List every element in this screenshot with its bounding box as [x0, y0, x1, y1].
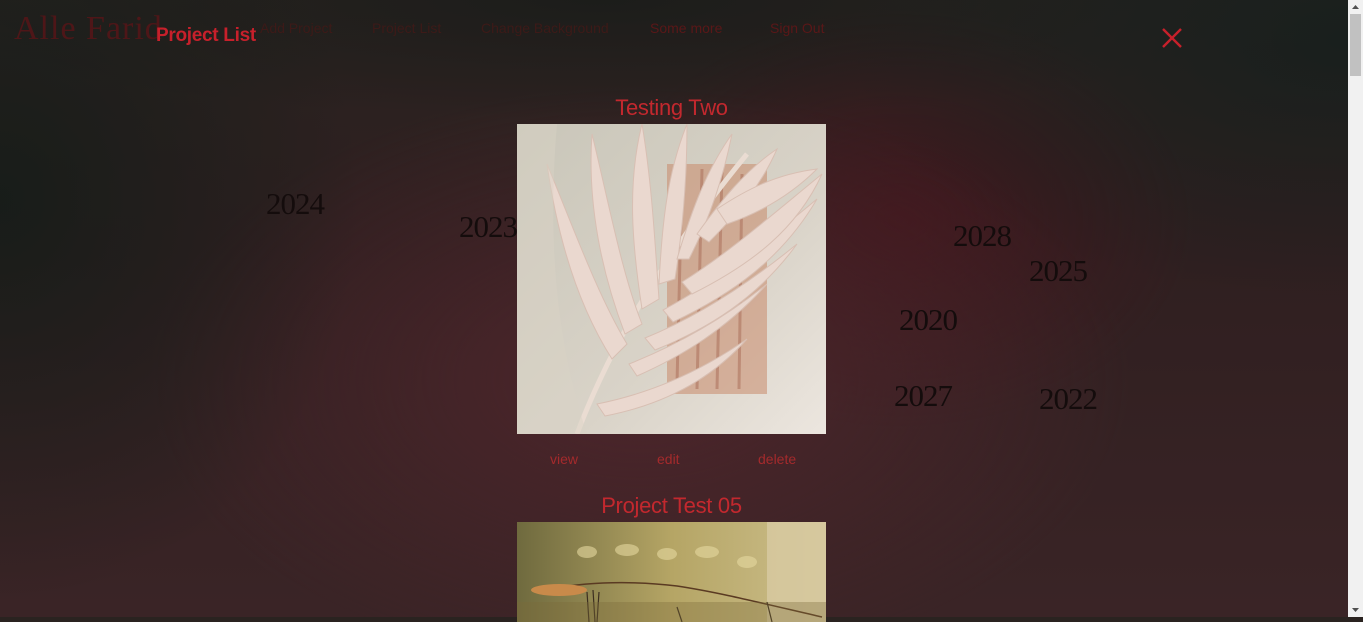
- project-actions: view edit delete: [517, 434, 826, 467]
- year-label: 2020: [899, 302, 958, 337]
- scrollbar-thumb[interactable]: [1350, 14, 1361, 76]
- nav-link-change-background[interactable]: Change Background: [481, 20, 609, 36]
- project-image[interactable]: [517, 124, 826, 434]
- nav-link-add-project[interactable]: Add Project: [260, 20, 332, 36]
- year-label: 2028: [953, 218, 1012, 253]
- year-label: 2023: [459, 209, 518, 244]
- project-title: Project Test 05: [601, 493, 742, 518]
- scroll-down-arrow-icon[interactable]: [1348, 603, 1363, 617]
- delete-link[interactable]: delete: [758, 451, 796, 467]
- site-logo[interactable]: Alle Farid: [14, 10, 163, 48]
- year-label: 2025: [1029, 253, 1088, 288]
- year-label: 2027: [894, 378, 953, 413]
- top-navigation: Alle Farid Project List Add Project Proj…: [0, 0, 1348, 70]
- project-card: Project Test 05: [517, 493, 826, 622]
- nav-link-project-list[interactable]: Project List: [372, 20, 441, 36]
- edit-link[interactable]: edit: [657, 451, 680, 467]
- nav-link-sign-out[interactable]: Sign Out: [770, 20, 824, 36]
- scrollbar[interactable]: [1348, 0, 1363, 617]
- scroll-up-arrow-icon[interactable]: [1348, 0, 1363, 14]
- project-title: Testing Two: [615, 95, 728, 120]
- project-image[interactable]: [517, 522, 826, 622]
- year-label: 2022: [1039, 381, 1098, 416]
- close-icon[interactable]: [1160, 26, 1184, 50]
- year-label: 2024: [266, 186, 325, 221]
- nav-link-some-more[interactable]: Some more: [650, 20, 722, 36]
- project-card: Testing Two view edit delete: [517, 95, 826, 467]
- view-link[interactable]: view: [550, 451, 578, 467]
- current-page-title: Project List: [156, 25, 256, 46]
